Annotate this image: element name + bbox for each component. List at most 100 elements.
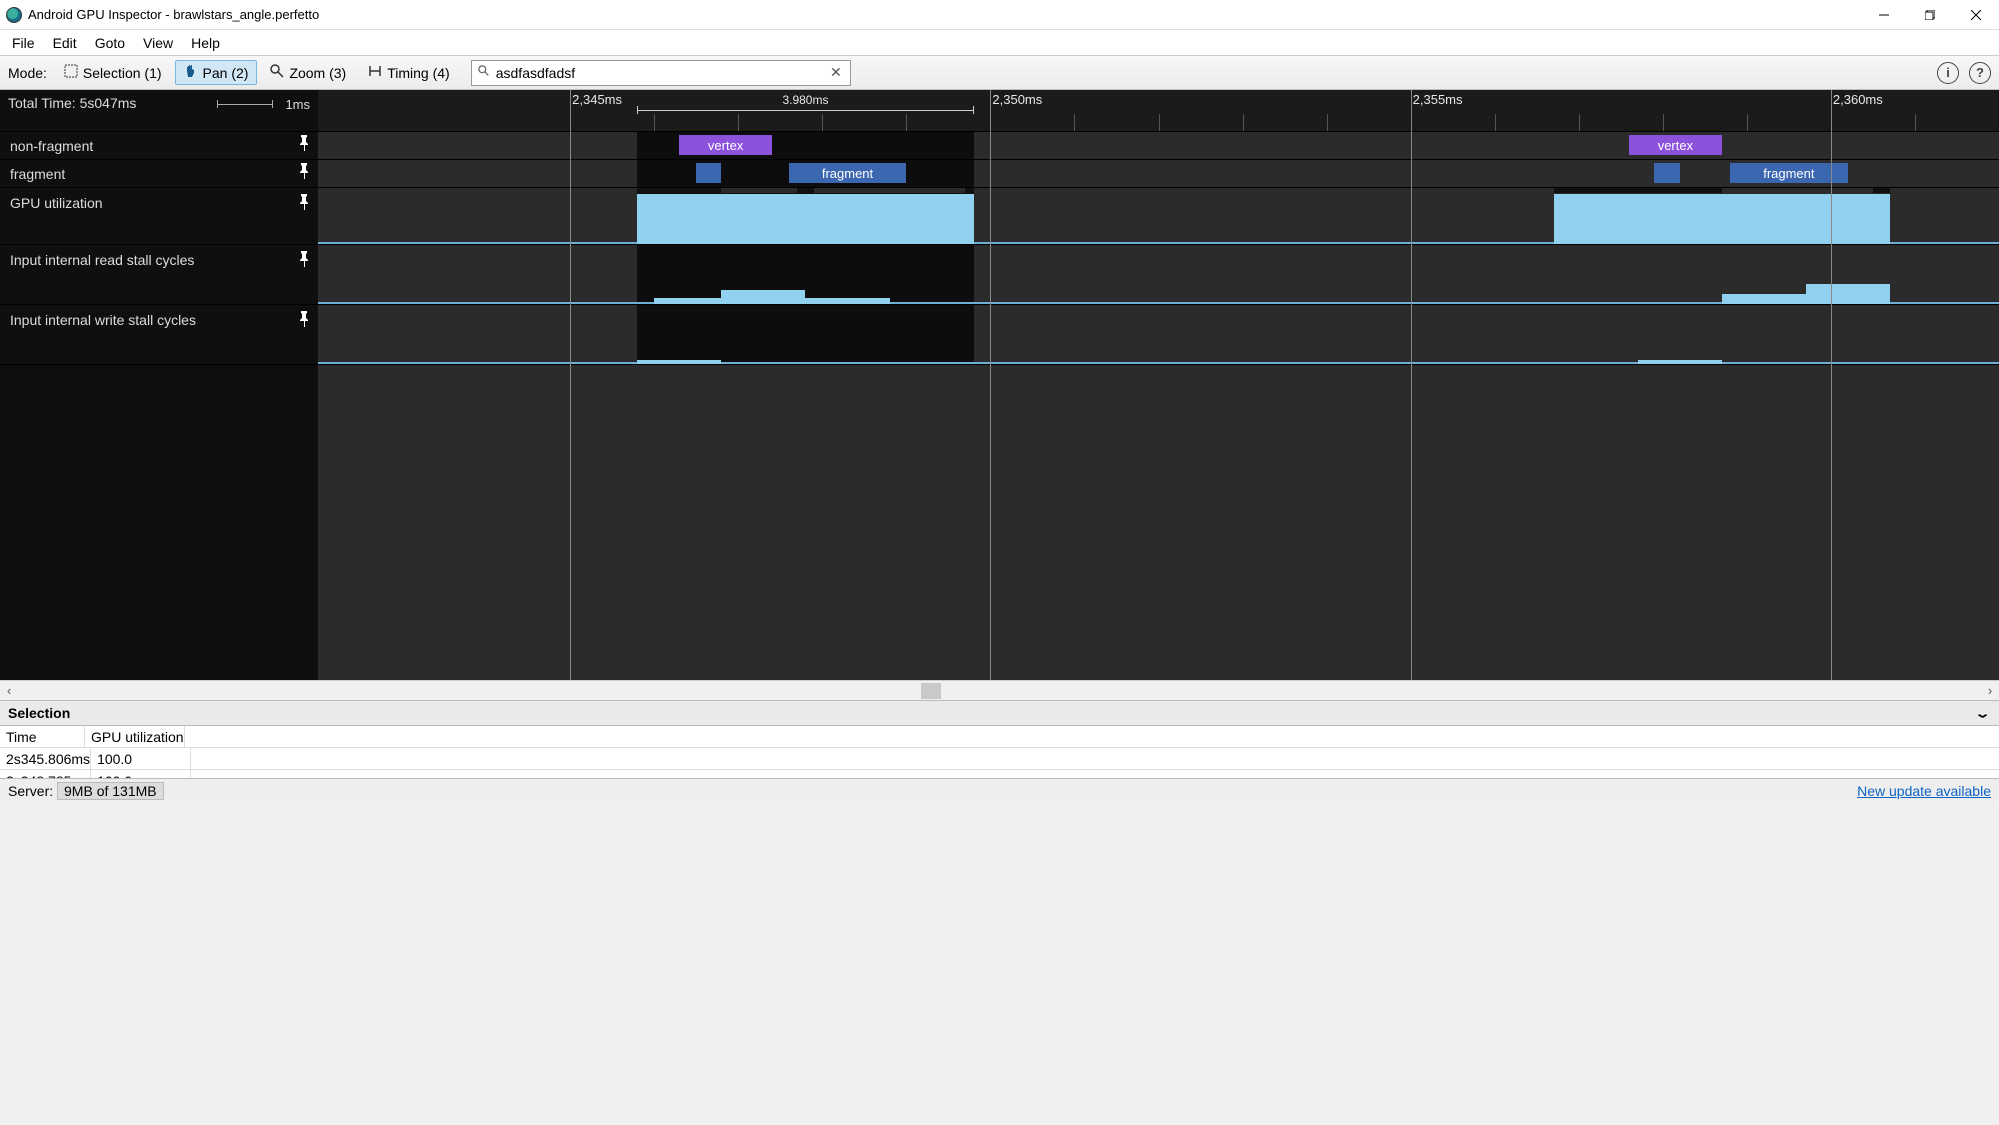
chevron-down-icon[interactable]: ⌄ [1974,706,1991,721]
table-row[interactable]: 2s345.806ms 100.0 [0,748,1999,770]
gpu-area-2[interactable] [1554,194,1890,244]
event-frag-2[interactable]: fragment [1730,163,1848,183]
track-nonfrag[interactable]: non-fragment vertex vertex [0,132,1999,160]
read-bar[interactable] [654,298,721,304]
event-frag-pre2[interactable] [1654,163,1679,183]
menu-goto[interactable]: Goto [87,30,133,56]
range-indicator: 3.980ms [637,96,973,108]
status-bar: Server: 9MB of 131MB New update availabl… [0,778,1999,802]
ruler-content[interactable]: 2,345ms 2,350ms 2,355ms 2,360ms 3.980ms [318,90,1999,131]
menu-bar: File Edit Goto View Help [0,30,1999,56]
event-vertex-2[interactable]: vertex [1629,135,1721,155]
track-label: GPU utilization [10,192,103,214]
event-frag-1[interactable]: fragment [789,163,907,183]
total-time-label: Total Time: 5s047ms [8,92,136,114]
scroll-left-icon[interactable]: ‹ [0,682,18,700]
scroll-thumb[interactable] [921,683,941,699]
mode-selection-label: Selection (1) [83,65,162,81]
pin-icon[interactable] [298,135,310,157]
menu-file[interactable]: File [4,30,43,56]
mode-timing-label: Timing (4) [387,65,450,81]
pin-icon[interactable] [298,251,310,273]
search-clear-icon[interactable]: ✕ [822,64,850,81]
tick-label-2: 2,355ms [1413,92,1463,107]
window-controls [1861,0,1999,30]
read-bar[interactable] [1806,284,1890,304]
mode-pan[interactable]: Pan (2) [175,60,258,85]
selection-table: Time GPU utilization 2s345.806ms 100.0 2… [0,726,1999,778]
timeline-view[interactable]: Total Time: 5s047ms 1ms 2,345ms 2,350ms … [0,90,1999,680]
pin-icon[interactable] [298,163,310,185]
read-bar[interactable] [805,298,889,304]
track-write-stall[interactable]: Input internal write stall cycles [0,305,1999,365]
app-icon [6,7,22,23]
selection-title: Selection [8,705,70,721]
hand-icon [184,64,198,81]
track-read-stall[interactable]: Input internal read stall cycles [0,245,1999,305]
help-icon[interactable]: ? [1969,62,1991,84]
event-vertex-1[interactable]: vertex [679,135,771,155]
mode-zoom[interactable]: Zoom (3) [261,60,355,85]
read-bar[interactable] [721,290,805,304]
mode-selection[interactable]: Selection (1) [55,60,171,85]
read-bar[interactable] [1722,294,1806,304]
track-content[interactable] [318,305,1999,364]
gpu-area-1[interactable] [637,194,973,244]
search-box[interactable]: ✕ [471,60,851,86]
time-ruler[interactable]: Total Time: 5s047ms 1ms 2,345ms 2,350ms … [0,90,1999,132]
maximize-button[interactable] [1907,0,1953,30]
pin-icon[interactable] [298,194,310,216]
menu-view[interactable]: View [135,30,181,56]
track-gpu-util[interactable]: GPU utilization [0,188,1999,245]
table-row[interactable]: 2s348.785ms 100.0 [0,770,1999,778]
server-label: Server: [8,783,53,799]
selection-header[interactable]: Selection ⌄ [0,700,1999,726]
title-bar: Android GPU Inspector - brawlstars_angle… [0,0,1999,30]
memory-usage[interactable]: 9MB of 131MB [57,782,164,800]
selection-header-row: Time GPU utilization [0,726,1999,748]
close-button[interactable] [1953,0,1999,30]
update-available-link[interactable]: New update available [1857,783,1991,799]
write-bar[interactable] [637,360,721,364]
track-content[interactable] [318,245,1999,304]
window-title: Android GPU Inspector - brawlstars_angle… [28,7,319,22]
track-label: Input internal read stall cycles [10,249,194,271]
pin-icon[interactable] [298,311,310,333]
scale-unit-label: 1ms [285,94,310,116]
toolbar: Mode: Selection (1) Pan (2) Zoom (3) Tim… [0,56,1999,90]
track-label: fragment [10,163,65,185]
menu-help[interactable]: Help [183,30,228,56]
tick-label-1: 2,350ms [992,92,1042,107]
col-time[interactable]: Time [0,726,85,747]
menu-edit[interactable]: Edit [45,30,85,56]
selection-icon [64,64,78,81]
mode-pan-label: Pan (2) [203,65,249,81]
track-content[interactable]: vertex vertex [318,132,1999,159]
tick-label-3: 2,360ms [1833,92,1883,107]
mode-label: Mode: [8,65,47,81]
zoom-icon [270,64,284,81]
counter-baseline [318,362,1999,364]
track-content[interactable] [318,188,1999,244]
track-content[interactable]: fragment fragment [318,160,1999,187]
search-input[interactable] [494,65,822,81]
write-bar[interactable] [1638,360,1722,364]
col-gpuutil[interactable]: GPU utilization [85,726,185,747]
cell-val: 100.0 [91,770,191,778]
minimize-button[interactable] [1861,0,1907,30]
mode-timing[interactable]: Timing (4) [359,60,459,85]
tick-label-0: 2,345ms [572,92,622,107]
scroll-track[interactable] [18,683,1981,699]
cell-val: 100.0 [91,748,191,769]
track-frag[interactable]: fragment fragment fragment [0,160,1999,188]
event-frag-pre1[interactable] [696,163,721,183]
track-label: non-fragment [10,135,93,157]
info-icon[interactable]: i [1937,62,1959,84]
horizontal-scrollbar[interactable]: ‹ › [0,680,1999,700]
cell-time: 2s345.806ms [0,748,91,769]
timing-icon [368,64,382,81]
cell-time: 2s348.785ms [0,770,91,778]
track-label: Input internal write stall cycles [10,309,196,331]
scroll-right-icon[interactable]: › [1981,682,1999,700]
timeline-empty[interactable] [0,365,1999,680]
